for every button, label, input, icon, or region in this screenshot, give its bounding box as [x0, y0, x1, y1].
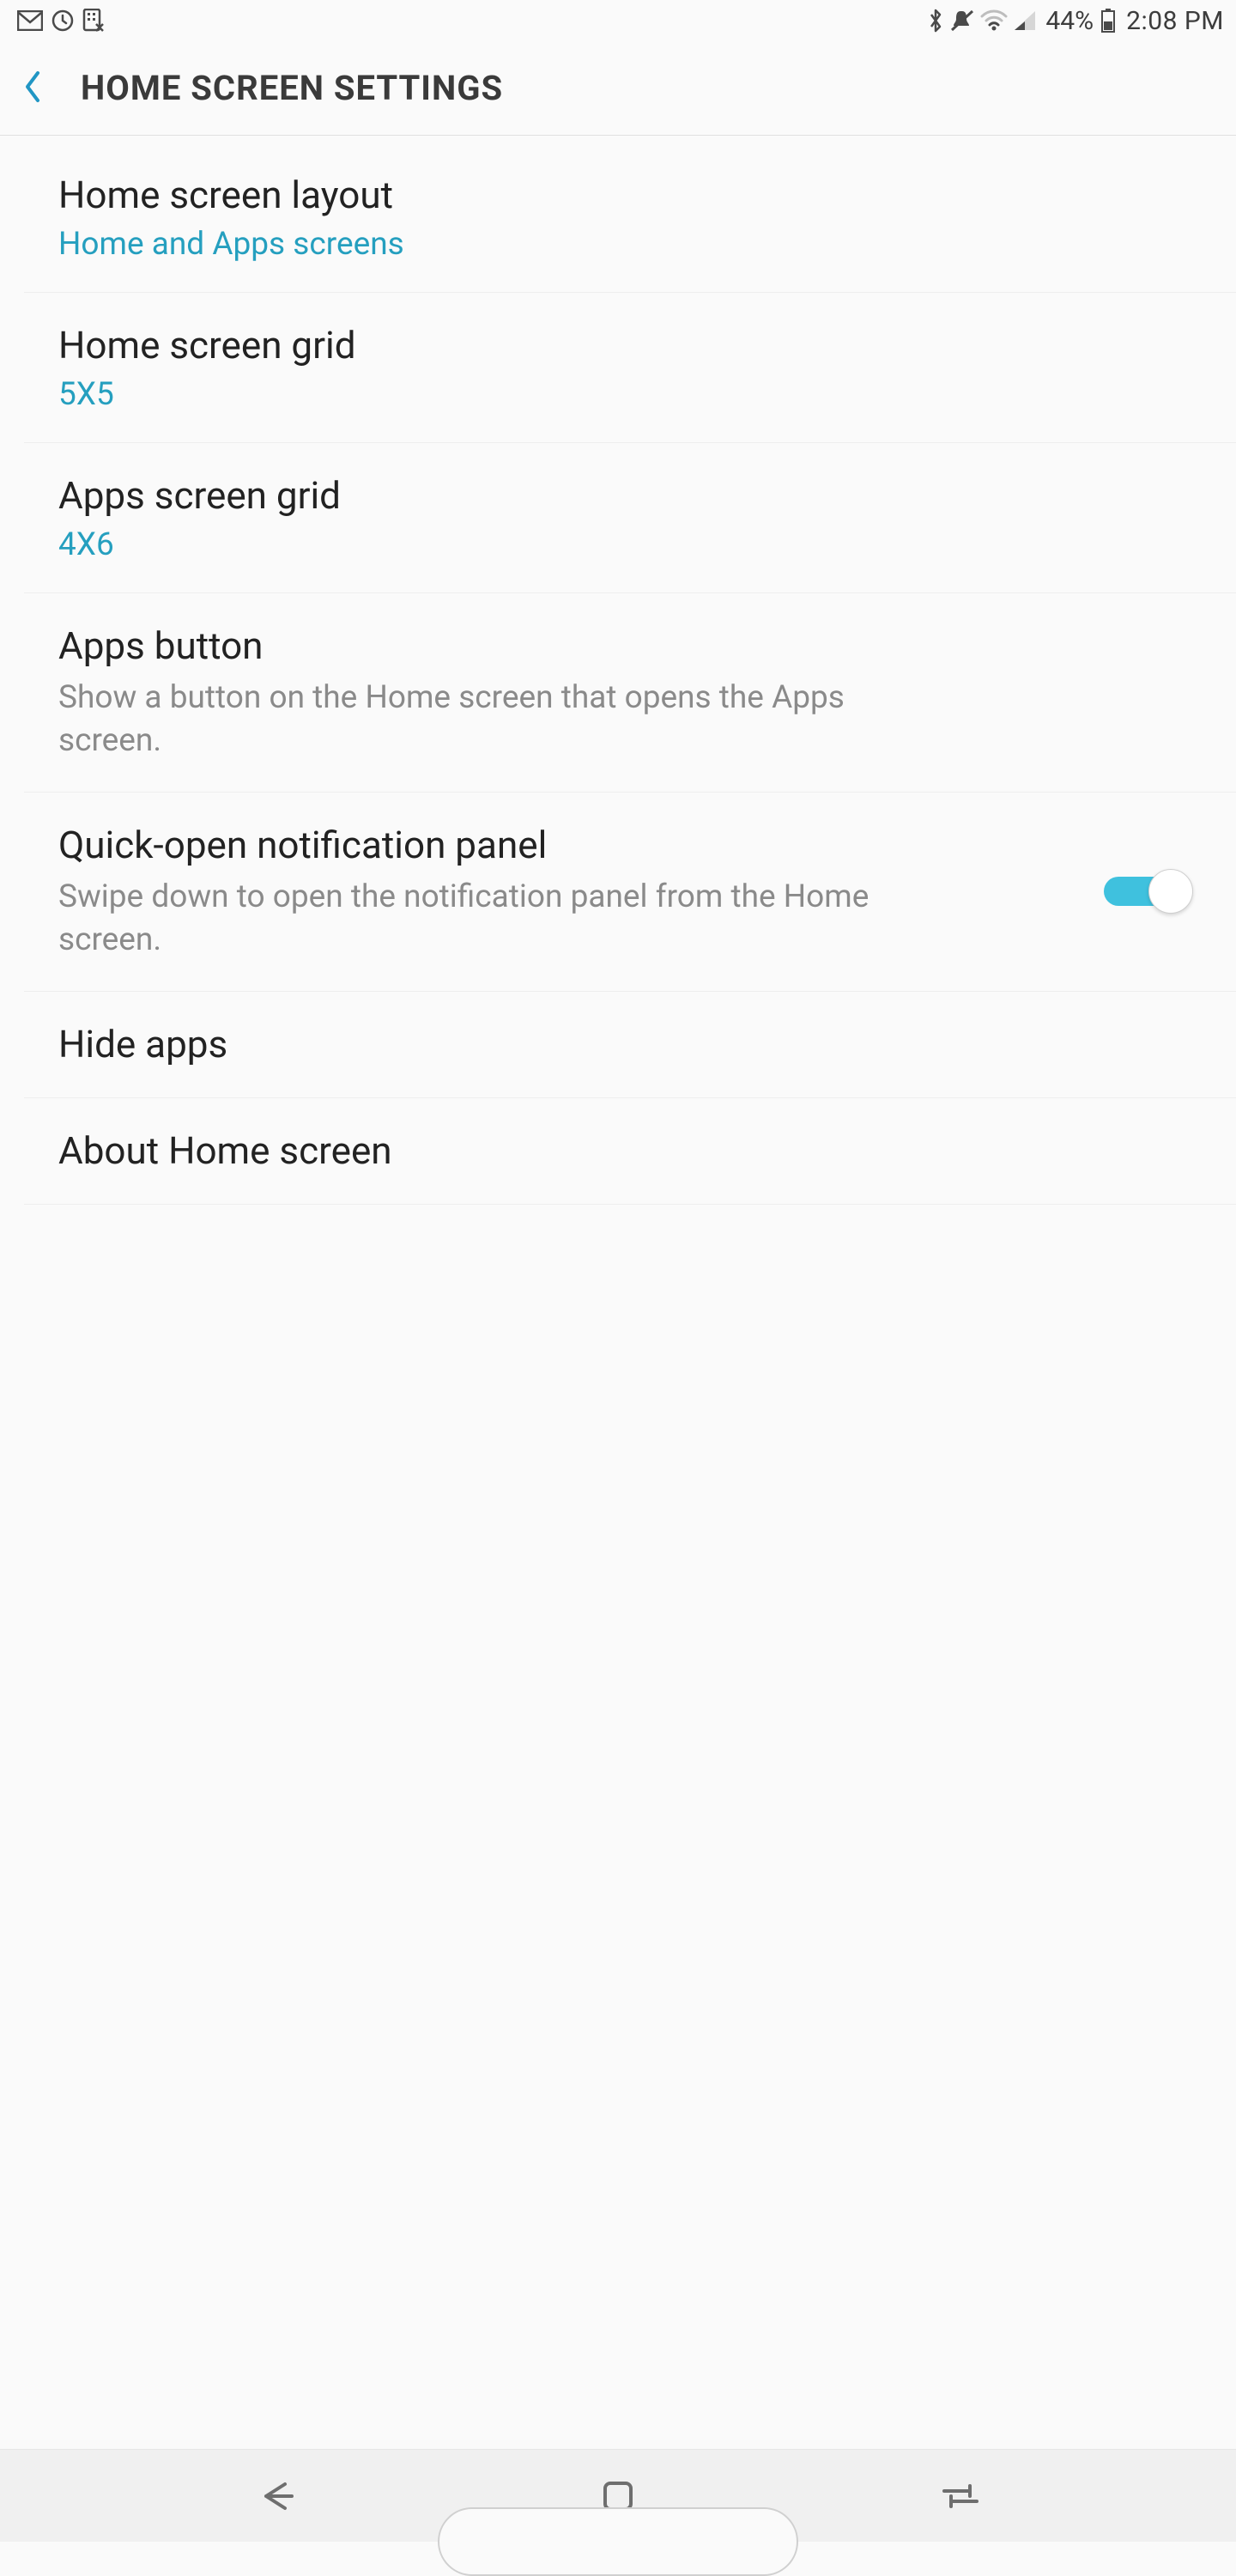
battery-percentage: 44%: [1045, 6, 1094, 36]
item-title: Hide apps: [58, 1021, 1202, 1068]
settings-list: Home screen layout Home and Apps screens…: [0, 136, 1236, 1205]
item-subtitle: Show a button on the Home screen that op…: [58, 677, 900, 762]
item-apps-screen-grid[interactable]: Apps screen grid 4X6: [24, 443, 1236, 593]
toggle-quick-open[interactable]: [1099, 866, 1193, 917]
item-title: Apps screen grid: [58, 472, 1202, 519]
navigation-bar: [0, 2449, 1236, 2542]
item-about-home-screen[interactable]: About Home screen: [24, 1098, 1236, 1205]
app-bar: HOME SCREEN SETTINGS: [0, 41, 1236, 136]
gmail-icon: [17, 10, 43, 31]
nav-back-icon: [251, 2476, 300, 2517]
chevron-left-icon: [21, 68, 45, 109]
item-title: Apps button: [58, 623, 1202, 670]
cell-signal-icon: [1013, 9, 1037, 32]
wifi-icon: [980, 9, 1008, 32]
nav-recent-button[interactable]: [936, 2476, 985, 2517]
toggle-thumb: [1148, 869, 1193, 914]
item-home-screen-layout[interactable]: Home screen layout Home and Apps screens: [24, 136, 1236, 293]
page-title: HOME SCREEN SETTINGS: [81, 68, 503, 108]
app-blocked-icon: [82, 9, 105, 33]
item-apps-button[interactable]: Apps button Show a button on the Home sc…: [24, 593, 1236, 793]
back-button[interactable]: [21, 68, 81, 109]
status-right: 44% 2:08 PM: [927, 6, 1224, 36]
nav-back-button[interactable]: [251, 2476, 300, 2517]
nav-recent-icon: [936, 2476, 985, 2517]
clock-icon: [52, 9, 74, 32]
item-subtitle: Home and Apps screens: [58, 226, 1202, 263]
item-home-screen-grid[interactable]: Home screen grid 5X5: [24, 293, 1236, 443]
item-title: Home screen grid: [58, 322, 1202, 369]
item-subtitle: Swipe down to open the notification pane…: [58, 876, 900, 962]
bluetooth-icon: [927, 8, 944, 33]
mute-icon: [949, 9, 975, 33]
item-quick-open-notification-panel[interactable]: Quick-open notification panel Swipe down…: [24, 793, 1236, 992]
item-subtitle: 5X5: [58, 376, 1202, 413]
item-title: About Home screen: [58, 1127, 1202, 1175]
nav-pill: [438, 2507, 798, 2576]
status-time: 2:08 PM: [1126, 6, 1224, 36]
battery-icon: [1100, 8, 1116, 33]
item-title: Quick-open notification panel: [58, 822, 1064, 869]
item-subtitle: 4X6: [58, 526, 1202, 563]
item-hide-apps[interactable]: Hide apps: [24, 992, 1236, 1098]
item-title: Home screen layout: [58, 172, 1202, 219]
status-bar: 44% 2:08 PM: [0, 0, 1236, 41]
status-left: [17, 9, 105, 33]
